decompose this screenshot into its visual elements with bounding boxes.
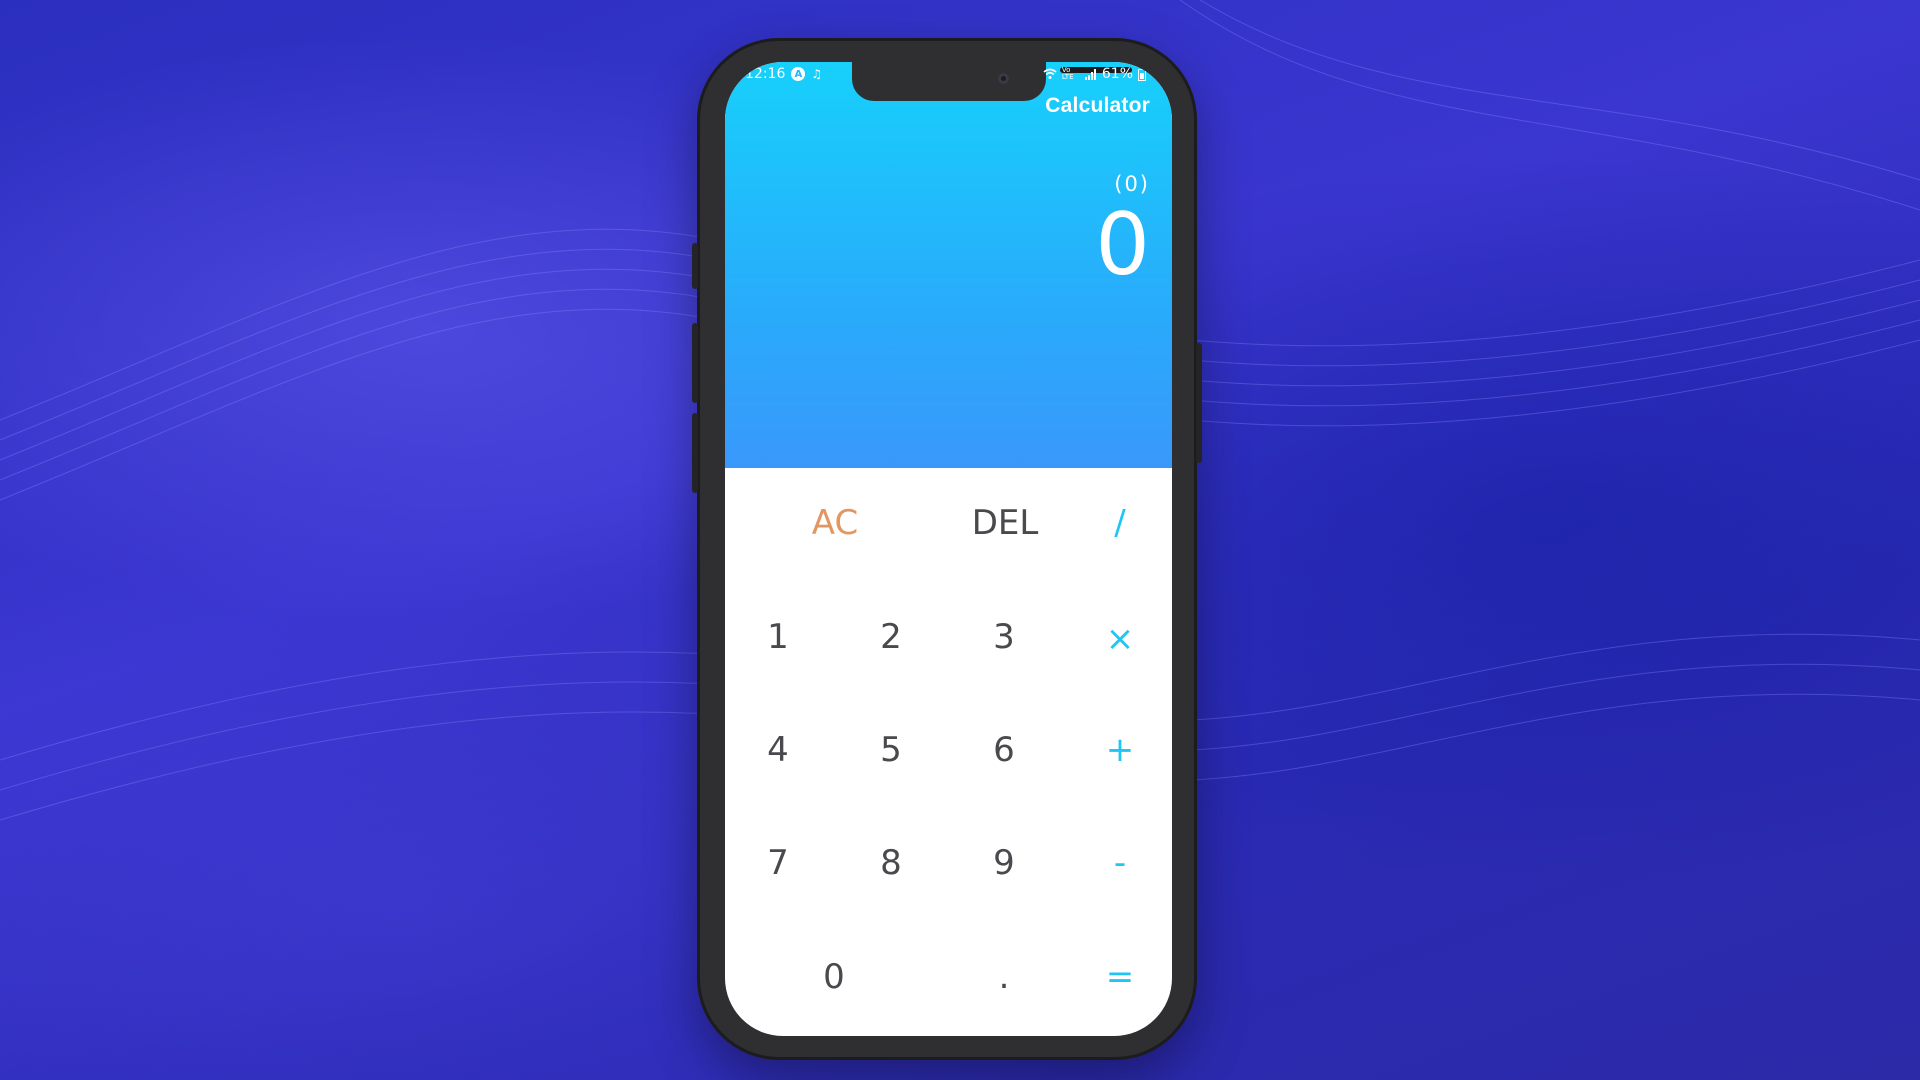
expression-display: (0) bbox=[1114, 172, 1150, 196]
calculator-display: 12:16 A ♫ Vo LTE 61% Calculator (0) 0 bbox=[725, 62, 1172, 468]
digit-8-button[interactable]: 8 bbox=[855, 828, 927, 898]
battery-icon bbox=[1138, 68, 1146, 81]
signal-icon bbox=[1084, 68, 1096, 80]
delete-button[interactable]: DEL bbox=[950, 488, 1060, 558]
add-button[interactable]: + bbox=[1084, 715, 1156, 785]
subtract-button[interactable]: - bbox=[1084, 828, 1156, 898]
app-title: Calculator bbox=[1045, 94, 1150, 117]
status-bar-right: Vo LTE 61% bbox=[1043, 66, 1146, 82]
digit-9-button[interactable]: 9 bbox=[968, 828, 1040, 898]
digit-6-button[interactable]: 6 bbox=[968, 715, 1040, 785]
digit-2-button[interactable]: 2 bbox=[855, 602, 927, 672]
digit-3-button[interactable]: 3 bbox=[968, 602, 1040, 672]
mute-switch bbox=[692, 243, 698, 289]
equals-button[interactable]: = bbox=[1084, 942, 1156, 1012]
background: 12:16 A ♫ Vo LTE 61% Calculator (0) 0 AC… bbox=[0, 0, 1920, 1080]
volume-up-button bbox=[692, 323, 698, 403]
multiply-button[interactable]: × bbox=[1084, 604, 1156, 674]
digit-1-button[interactable]: 1 bbox=[742, 602, 814, 672]
music-icon: ♫ bbox=[811, 67, 823, 81]
decimal-button[interactable]: . bbox=[968, 942, 1040, 1012]
status-time: 12:16 bbox=[745, 66, 786, 82]
volume-down-button bbox=[692, 413, 698, 493]
digit-0-button[interactable]: 0 bbox=[798, 942, 870, 1012]
clear-all-button[interactable]: AC bbox=[780, 488, 890, 558]
result-display: 0 bbox=[1095, 195, 1150, 295]
notch bbox=[852, 62, 1132, 101]
wifi-icon bbox=[1043, 68, 1057, 79]
digit-4-button[interactable]: 4 bbox=[742, 715, 814, 785]
power-button bbox=[1196, 343, 1202, 463]
digit-7-button[interactable]: 7 bbox=[742, 828, 814, 898]
status-bar-left: 12:16 A ♫ bbox=[745, 66, 822, 82]
divide-button[interactable]: / bbox=[1080, 488, 1160, 558]
battery-percent: 61% bbox=[1101, 66, 1133, 82]
keypad: AC DEL / 1 2 3 × 4 5 6 + 7 8 9 - 0 . = bbox=[725, 468, 1172, 1036]
volte-label: Vo LTE bbox=[1061, 66, 1074, 81]
phone-screen: 12:16 A ♫ Vo LTE 61% Calculator (0) 0 AC… bbox=[725, 62, 1172, 1036]
app-badge-icon: A bbox=[791, 67, 806, 81]
camera-icon bbox=[998, 73, 1009, 84]
digit-5-button[interactable]: 5 bbox=[855, 715, 927, 785]
phone-frame: 12:16 A ♫ Vo LTE 61% Calculator (0) 0 AC… bbox=[692, 38, 1202, 1060]
